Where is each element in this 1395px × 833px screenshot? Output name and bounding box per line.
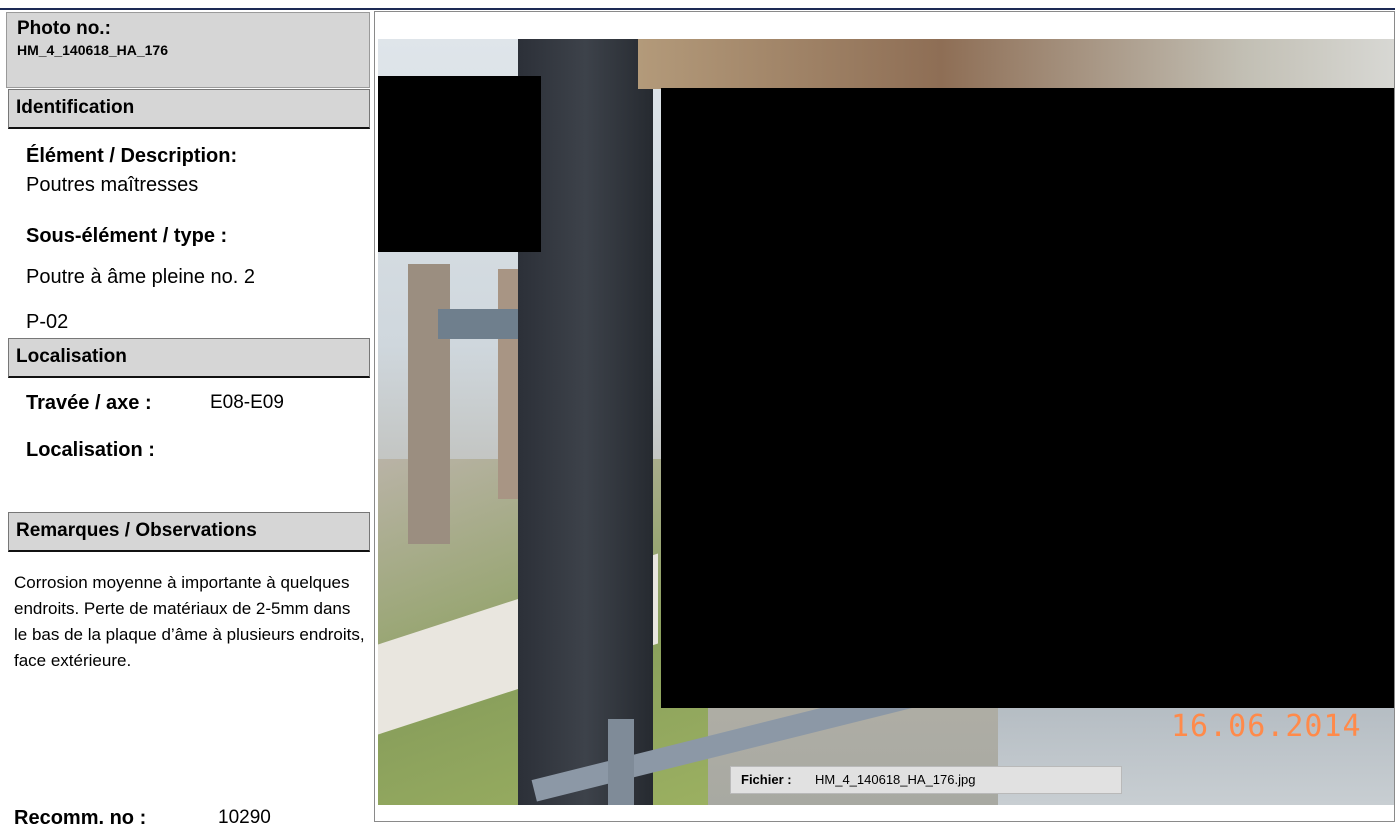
section-remarks: Remarques / Observations [8,512,370,552]
subelement-type-value: Poutre à âme pleine no. 2 [26,266,256,288]
file-name-value: HM_4_140618_HA_176.jpg [815,772,976,787]
subelement-type-label: Sous-élément / type : [26,225,228,247]
photo-frame: 16.06.2014 Fichier : HM_4_140618_HA_176.… [374,11,1395,822]
photo-date-stamp: 16.06.2014 [1171,709,1362,744]
photo-number-label: Photo no.: [17,18,111,39]
remarks-text: Corrosion moyenne à importante à quelque… [14,573,365,670]
info-panel: Photo no.: HM_4_140618_HA_176 Identifica… [0,10,372,833]
file-name-box: Fichier : HM_4_140618_HA_176.jpg [730,766,1122,794]
travee-axe-value: E08-E09 [210,392,284,413]
redaction-block [378,76,541,252]
section-identification: Identification [8,89,370,129]
element-description-label: Élément / Description: [26,145,238,167]
photo-number-value: HM_4_140618_HA_176 [17,42,168,58]
photo-number-box: Photo no.: HM_4_140618_HA_176 [6,12,370,88]
file-label: Fichier : [741,772,792,787]
recommendation-value: 10290 [218,807,271,828]
localisation-label: Localisation : [26,439,155,461]
section-localisation: Localisation [8,338,370,378]
travee-axe-label: Travée / axe : [26,392,152,414]
inspection-photo: 16.06.2014 Fichier : HM_4_140618_HA_176.… [378,39,1394,805]
element-description-value: Poutres maîtresses [26,174,199,196]
element-code: P-02 [26,311,69,333]
recommendation-label: Recomm. no : [14,807,147,829]
redaction-block [661,88,1394,708]
